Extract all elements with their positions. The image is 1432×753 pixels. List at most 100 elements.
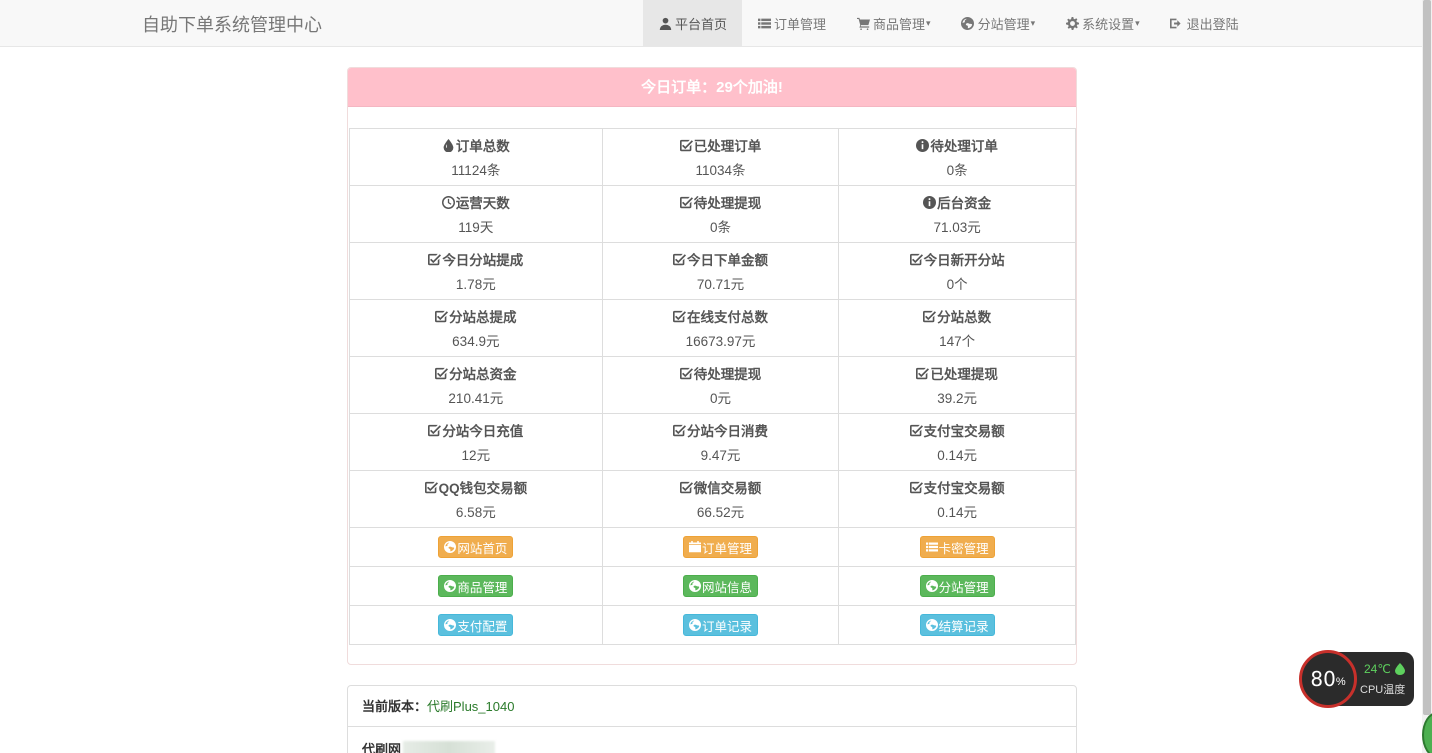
check-square-icon — [680, 367, 693, 380]
stat-cell: 分站今日消费 9.47元 — [601, 413, 840, 471]
shortcut-button[interactable]: 商品管理 — [438, 575, 514, 597]
stat-cell: 分站总资金 210.41元 — [349, 356, 603, 414]
brand-title[interactable]: 自助下单系统管理中心 — [142, 11, 322, 37]
stat-value: 11124条 — [451, 163, 501, 178]
stat-value: 70.71元 — [696, 277, 745, 292]
stat-label: 分站总提成 — [350, 306, 602, 326]
nav-item-settings[interactable]: 系统设置 ▾ — [1050, 0, 1155, 46]
stat-value: 9.47元 — [700, 448, 741, 463]
nav-item-logout[interactable]: 退出登陆 — [1155, 0, 1254, 46]
shortcut-button[interactable]: 结算记录 — [919, 614, 995, 636]
shortcut-button[interactable]: 分站管理 — [919, 575, 995, 597]
stat-label-text: QQ钱包交易额 — [438, 481, 528, 496]
stat-cell: 订单总数 11124条 — [349, 128, 603, 186]
nav-item-substations[interactable]: 分站管理 ▾ — [946, 0, 1051, 46]
nav-item-label: 分站管理 — [977, 16, 1030, 32]
list-icon — [757, 16, 771, 30]
stat-label: 已处理订单 — [603, 135, 839, 155]
nav-item-label: 系统设置 — [1082, 16, 1135, 32]
stat-label-text: 后台资金 — [937, 196, 992, 211]
shortcut-button-label: 卡密管理 — [938, 541, 989, 556]
nav-item-label: 平台首页 — [675, 16, 728, 32]
globe-icon — [689, 619, 701, 631]
stats-panel: 今日订单：29个加油! 订单总数 11124条 已处理订单 11034条 待处理订单 0条… — [347, 67, 1077, 665]
stats-row: 今日分站提成 1.78元 今日下单金额 70.71元 今日新开分站 0个 — [349, 242, 1076, 300]
main-nav: 平台首页 订单管理 商品管理 ▾ 分站管理 ▾ 系统设置 ▾ 退出登陆 — [643, 0, 1254, 46]
stat-value: 39.2元 — [937, 391, 978, 406]
shortcut-cell: 结算记录 — [838, 605, 1076, 645]
cpu-usage-unit: % — [1335, 675, 1346, 688]
stat-label: 分站总资金 — [350, 363, 602, 383]
stat-value: 11034条 — [695, 163, 746, 178]
stat-label-text: 支付宝交易额 — [923, 481, 1005, 496]
stat-value: 12元 — [461, 448, 491, 463]
check-square-icon — [673, 310, 686, 323]
scrollbar-thumb[interactable] — [1423, 0, 1431, 715]
shortcut-cell: 网站首页 — [349, 527, 603, 567]
stat-label: 支付宝交易额 — [839, 477, 1075, 497]
stats-table: 订单总数 11124条 已处理订单 11034条 待处理订单 0条 运营天数 119天 待处理提… — [349, 128, 1076, 645]
cpu-temperature-value: 24℃ — [1364, 662, 1391, 676]
stat-value: 71.03元 — [933, 220, 981, 235]
stat-label: 支付宝交易额 — [839, 420, 1075, 440]
caret-down-icon: ▾ — [1030, 17, 1036, 28]
info-circle-icon — [916, 139, 929, 152]
check-square-icon — [435, 367, 448, 380]
info-circle-icon — [923, 196, 936, 209]
stat-value: 147个 — [939, 334, 976, 349]
globe-icon — [444, 619, 456, 631]
stat-label: 今日新开分站 — [839, 249, 1075, 269]
shortcut-button[interactable]: 订单管理 — [682, 536, 758, 558]
page-scrollbar[interactable] — [1422, 0, 1432, 753]
globe-icon — [926, 580, 938, 592]
cpu-monitor-widget[interactable]: 80% 24℃ CPU温度 — [1299, 650, 1414, 708]
stat-label-text: 待处理提现 — [693, 367, 762, 382]
nav-item-label: 订单管理 — [774, 16, 827, 32]
shortcut-button-label: 订单管理 — [701, 541, 752, 556]
shortcut-cell: 订单管理 — [601, 527, 840, 567]
shortcut-button[interactable]: 支付配置 — [438, 614, 514, 636]
shortcut-button[interactable]: 网站信息 — [682, 575, 758, 597]
stat-cell: 已处理提现 39.2元 — [838, 356, 1076, 414]
stat-cell: 待处理订单 0条 — [838, 128, 1076, 186]
stat-label-text: 分站今日消费 — [686, 424, 768, 439]
stat-label-text: 今日新开分站 — [923, 253, 1005, 268]
shortcut-cell: 卡密管理 — [838, 527, 1076, 567]
check-square-icon — [680, 196, 693, 209]
stat-label-text: 待处理提现 — [693, 196, 762, 211]
globe-icon — [689, 580, 701, 592]
shortcut-row: 支付配置 订单记录 结算记录 — [349, 605, 1076, 645]
shortcut-button-label: 网站信息 — [701, 580, 752, 595]
version-row: 当前版本：代刷Plus_1040 — [348, 686, 1076, 727]
stat-label-text: 今日分站提成 — [442, 253, 524, 268]
shortcut-cell: 支付配置 — [349, 605, 603, 645]
stat-label-text: 待处理订单 — [930, 139, 998, 154]
stat-value: 210.41元 — [448, 391, 504, 406]
stat-cell: 待处理提现 0元 — [601, 356, 840, 414]
shortcut-button[interactable]: 订单记录 — [682, 614, 758, 636]
nav-item-orders[interactable]: 订单管理 — [742, 0, 841, 46]
shortcut-cell: 网站信息 — [601, 566, 840, 606]
shortcut-button[interactable]: 卡密管理 — [919, 536, 995, 558]
stat-cell: 待处理提现 0条 — [601, 185, 840, 243]
check-square-icon — [910, 253, 923, 266]
stats-row: 运营天数 119天 待处理提现 0条 后台资金 71.03元 — [349, 185, 1076, 243]
stat-label-text: 分站今日充值 — [442, 424, 524, 439]
stat-value: 0元 — [709, 391, 731, 406]
nav-item-home[interactable]: 平台首页 — [643, 0, 743, 46]
nav-item-products[interactable]: 商品管理 ▾ — [841, 0, 946, 46]
check-square-icon — [680, 481, 693, 494]
stat-value: 1.78元 — [455, 277, 496, 292]
stat-label: 在线支付总数 — [603, 306, 839, 326]
nav-item-label: 商品管理 — [873, 16, 926, 32]
stat-label-text: 分站总资金 — [449, 367, 517, 382]
stat-label-text: 已处理订单 — [693, 139, 762, 154]
shortcut-button[interactable]: 网站首页 — [438, 536, 514, 558]
stat-label-text: 已处理提现 — [930, 367, 998, 382]
shortcut-button-label: 结算记录 — [938, 619, 989, 634]
cpu-temperature-label: CPU温度 — [1360, 684, 1406, 696]
stat-label-text: 支付宝交易额 — [923, 424, 1005, 439]
stat-value: 0.14元 — [937, 448, 978, 463]
caret-down-icon: ▾ — [926, 17, 931, 28]
stat-label-text: 分站总数 — [937, 310, 992, 325]
